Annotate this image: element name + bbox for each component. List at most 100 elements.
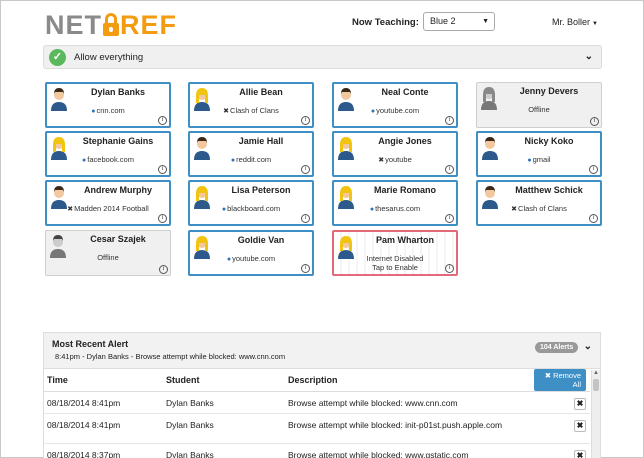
- dismiss-alert-button[interactable]: ✖: [574, 450, 586, 458]
- lock-icon: [103, 13, 119, 37]
- student-name: Marie Romano: [373, 185, 436, 195]
- info-icon[interactable]: i: [445, 264, 454, 273]
- student-card[interactable]: Marie Romano ●thesarus.com i: [332, 180, 458, 226]
- info-icon[interactable]: i: [158, 116, 167, 125]
- student-activity: ✖Clash of Clans: [190, 106, 312, 115]
- student-name: Nicky Koko: [524, 136, 574, 146]
- allow-everything-label: Allow everything: [74, 52, 144, 63]
- internet-disabled-text[interactable]: Internet Disabled Tap to Enable: [334, 254, 456, 272]
- alert-time: 08/18/2014 8:41pm: [44, 391, 166, 414]
- student-card[interactable]: Andrew Murphy ✖Madden 2014 Football i: [45, 180, 171, 226]
- student-activity: ●youtube.com: [190, 254, 312, 263]
- student-name: Jamie Hall: [238, 136, 284, 146]
- chevron-down-icon[interactable]: ⌄: [585, 51, 593, 62]
- alerts-table-header: Time Student Description ✖ Remove All: [44, 369, 590, 392]
- alert-time: 08/18/2014 8:37pm: [44, 443, 166, 458]
- student-card[interactable]: Stephanie Gains ●facebook.com i: [45, 131, 171, 177]
- student-name: Dylan Banks: [90, 87, 146, 97]
- student-name: Stephanie Gains: [82, 136, 154, 146]
- alert-student: Dylan Banks: [166, 443, 288, 458]
- chevron-down-icon[interactable]: ⌄: [584, 341, 592, 352]
- student-card[interactable]: Angie Jones ✖youtube i: [332, 131, 458, 177]
- alerts-header[interactable]: Most Recent Alert 8:41pm - Dylan Banks -…: [44, 333, 600, 369]
- app-icon: ✖: [67, 206, 74, 213]
- column-student: Student: [166, 369, 288, 392]
- netref-logo: NET REF: [45, 9, 177, 40]
- student-name: Andrew Murphy: [83, 185, 152, 195]
- alert-row: 08/18/2014 8:41pm Dylan Banks Browse attem…: [44, 413, 590, 444]
- student-activity-text: Madden 2014 Football: [74, 204, 149, 213]
- alerts-panel: Most Recent Alert 8:41pm - Dylan Banks -…: [43, 332, 601, 458]
- student-card[interactable]: Lisa Peterson ●blackboard.com i: [188, 180, 314, 226]
- info-icon[interactable]: i: [445, 214, 454, 223]
- alerts-scrollbar[interactable]: ▲: [591, 370, 600, 458]
- scroll-thumb[interactable]: [593, 379, 599, 391]
- student-activity-text: youtube.com: [232, 254, 276, 263]
- globe-icon: ●: [369, 206, 375, 213]
- student-activity-text: gmail: [532, 155, 551, 164]
- user-menu[interactable]: Mr. Boller ▼: [552, 17, 598, 27]
- alert-description: Browse attempt while blocked: www.cnn.co…: [288, 391, 534, 414]
- column-description: Description: [288, 369, 534, 392]
- info-icon[interactable]: i: [589, 214, 598, 223]
- info-icon[interactable]: i: [301, 214, 310, 223]
- student-activity: ✖Clash of Clans: [478, 204, 600, 213]
- info-icon[interactable]: i: [158, 214, 167, 223]
- info-icon[interactable]: i: [301, 264, 310, 273]
- column-time: Time: [44, 369, 166, 392]
- student-activity-text: Clash of Clans: [230, 106, 279, 115]
- student-activity-text: youtube: [385, 155, 412, 164]
- student-name: Allie Bean: [239, 87, 283, 97]
- student-name: Goldie Van: [237, 235, 285, 245]
- remove-all-cell: ✖ Remove All: [534, 369, 590, 392]
- info-icon[interactable]: i: [589, 165, 598, 174]
- student-card[interactable]: Matthew Schick ✖Clash of Clans i: [476, 180, 602, 226]
- student-activity-text: Clash of Clans: [518, 204, 567, 213]
- app-icon: ✖: [223, 108, 230, 115]
- alert-time: 08/18/2014 8:41pm: [44, 413, 166, 444]
- info-icon[interactable]: i: [158, 165, 167, 174]
- globe-icon: ●: [221, 206, 227, 213]
- alert-description: Browse attempt while blocked: init-p01st…: [288, 413, 534, 444]
- student-activity: ●gmail: [478, 155, 600, 164]
- student-name: Jenny Devers: [519, 86, 579, 96]
- info-icon[interactable]: i: [590, 117, 599, 126]
- student-card[interactable]: Nicky Koko ●gmail i: [476, 131, 602, 177]
- dismiss-alert-button[interactable]: ✖: [574, 398, 586, 410]
- student-card[interactable]: Jamie Hall ●reddit.com i: [188, 131, 314, 177]
- student-card[interactable]: Neal Conte ●youtube.com i: [332, 82, 458, 128]
- info-icon[interactable]: i: [301, 165, 310, 174]
- info-icon[interactable]: i: [301, 116, 310, 125]
- student-card[interactable]: Jenny Devers Offline i: [476, 82, 602, 128]
- logo-text-left: NET: [45, 9, 102, 40]
- student-activity-text: reddit.com: [236, 155, 272, 164]
- remove-all-button[interactable]: ✖ Remove All: [534, 369, 586, 391]
- student-card[interactable]: Cesar Szajek Offline i: [45, 230, 171, 276]
- check-circle-icon: ✓: [49, 49, 66, 66]
- student-name: Angie Jones: [378, 136, 432, 146]
- alerts-count-badge: 104 Alerts: [535, 342, 579, 353]
- student-card[interactable]: Dylan Banks ●cnn.com i: [45, 82, 171, 128]
- student-activity: ●thesarus.com: [334, 204, 456, 213]
- student-name: Matthew Schick: [515, 185, 583, 195]
- dropdown-caret-icon: ▼: [482, 18, 489, 25]
- student-activity-text: facebook.com: [87, 155, 134, 164]
- alerts-table-body: 08/18/2014 8:41pm Dylan Banks Browse attem…: [44, 391, 590, 458]
- allow-everything-bar[interactable]: ✓ Allow everything ⌄: [43, 45, 602, 69]
- info-icon[interactable]: i: [445, 165, 454, 174]
- student-card[interactable]: Pam Wharton Internet Disabled Tap to Enab…: [332, 230, 458, 276]
- class-select-value: Blue 2: [430, 16, 456, 26]
- info-icon[interactable]: i: [159, 265, 168, 274]
- app-icon: ✖: [378, 157, 385, 164]
- info-icon[interactable]: i: [445, 116, 454, 125]
- student-activity: ✖Madden 2014 Football: [47, 204, 169, 213]
- student-activity: ●youtube.com: [334, 106, 456, 115]
- scroll-up-icon[interactable]: ▲: [592, 370, 600, 378]
- student-card[interactable]: Allie Bean ✖Clash of Clans i: [188, 82, 314, 128]
- globe-icon: ●: [91, 108, 96, 115]
- class-select[interactable]: Blue 2 ▼: [423, 12, 495, 31]
- student-card[interactable]: Goldie Van ●youtube.com i: [188, 230, 314, 276]
- alert-row: 08/18/2014 8:41pm Dylan Banks Browse attem…: [44, 391, 590, 414]
- now-teaching-label: Now Teaching:: [352, 17, 419, 28]
- dismiss-alert-button[interactable]: ✖: [574, 420, 586, 432]
